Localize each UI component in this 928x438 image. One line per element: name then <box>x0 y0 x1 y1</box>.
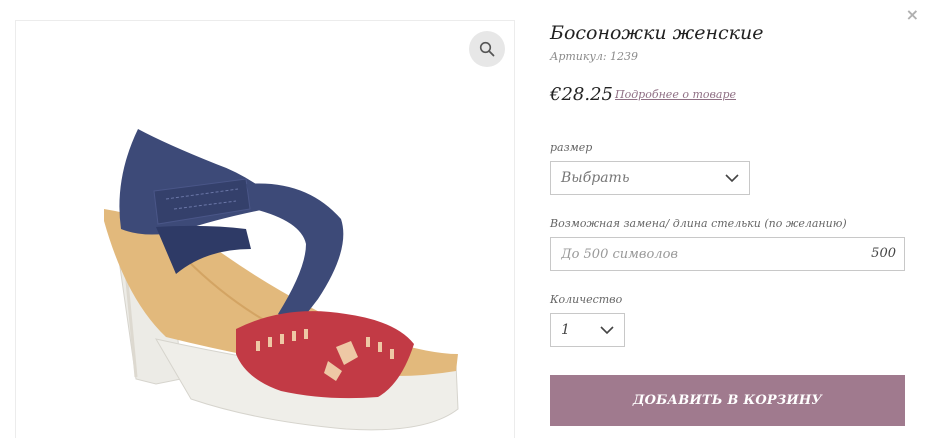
product-image-panel <box>15 20 515 438</box>
chevron-down-icon <box>725 174 739 183</box>
zoom-button[interactable] <box>469 31 505 67</box>
product-price: €28.25 <box>550 84 613 105</box>
quantity-label: Количество <box>550 293 623 306</box>
close-button[interactable]: × <box>906 5 919 24</box>
add-to-cart-label: ДОБАВИТЬ В КОРЗИНУ <box>632 393 823 408</box>
add-to-cart-button[interactable]: ДОБАВИТЬ В КОРЗИНУ <box>550 375 905 426</box>
size-select-value: Выбрать <box>561 170 630 186</box>
size-select[interactable]: Выбрать <box>550 161 750 195</box>
size-label: размер <box>550 141 593 154</box>
product-details-link[interactable]: Подробнее о товаре <box>615 88 736 101</box>
character-counter: 500 <box>871 246 896 261</box>
chevron-down-icon <box>600 326 614 335</box>
close-icon: × <box>905 5 919 24</box>
product-image <box>104 129 459 431</box>
quantity-select-value: 1 <box>561 322 570 338</box>
product-sku: Артикул: 1239 <box>550 50 639 63</box>
product-title: Босоножки женские <box>550 22 764 44</box>
magnifier-icon <box>479 41 495 57</box>
insole-note-label: Возможная замена/ длина стельки (по жела… <box>550 217 847 230</box>
quantity-select[interactable]: 1 <box>550 313 625 347</box>
insole-note-input[interactable] <box>550 237 905 271</box>
